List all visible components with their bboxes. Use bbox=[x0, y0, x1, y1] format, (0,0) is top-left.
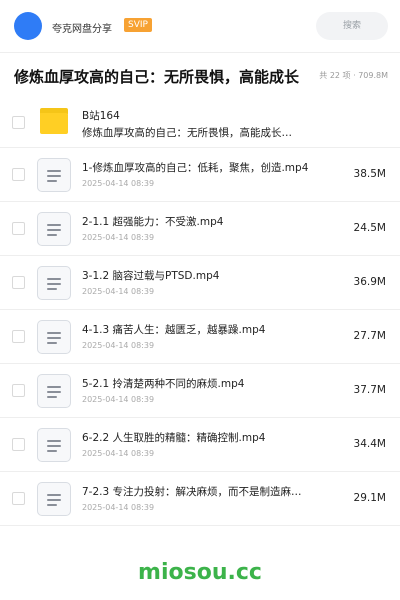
folder-name: B站164 bbox=[82, 110, 120, 122]
share-header: 修炼血厚攻高的自己：无所畏惧，高能成长 共 22 项 · 709.8M bbox=[0, 53, 400, 95]
file-size: 24.5M bbox=[353, 222, 386, 234]
file-date: 2025-04-14 08:39 bbox=[82, 341, 155, 350]
list-item[interactable]: 1-修炼血厚攻高的自己：低耗，聚焦，创造.mp4 2025-04-14 08:3… bbox=[0, 148, 400, 202]
list-item[interactable]: 5-2.1 拎清楚两种不同的麻烦.mp4 2025-04-14 08:39 37… bbox=[0, 364, 400, 418]
select-checkbox[interactable] bbox=[12, 168, 25, 181]
file-name: 3-1.2 脑容过载与PTSD.mp4 bbox=[82, 270, 220, 282]
list-item[interactable]: 6-2.2 人生取胜的精髓：精确控制.mp4 2025-04-14 08:39 … bbox=[0, 418, 400, 472]
search-input[interactable]: 搜索 bbox=[316, 12, 388, 40]
file-name: 1-修炼血厚攻高的自己：低耗，聚焦，创造.mp4 bbox=[82, 162, 309, 174]
file-date: 2025-04-14 08:39 bbox=[82, 449, 155, 458]
list-item[interactable]: 4-1.3 痛苦人生：越匮乏，越暴躁.mp4 2025-04-14 08:39 … bbox=[0, 310, 400, 364]
site-watermark: miosou.cc bbox=[138, 560, 262, 585]
select-checkbox[interactable] bbox=[12, 492, 25, 505]
file-size: 36.9M bbox=[353, 276, 386, 288]
list-item[interactable]: 7-2.3 专注力投射：解决麻烦，而不是制造麻烦.mp4 2025-04-14 … bbox=[0, 472, 400, 526]
select-checkbox[interactable] bbox=[12, 384, 25, 397]
file-size: 38.5M bbox=[353, 168, 386, 180]
document-icon bbox=[37, 212, 71, 246]
file-name: 4-1.3 痛苦人生：越匮乏，越暴躁.mp4 bbox=[82, 324, 266, 336]
page-title: 修炼血厚攻高的自己：无所畏惧，高能成长 bbox=[14, 68, 300, 86]
document-icon bbox=[37, 428, 71, 462]
select-checkbox[interactable] bbox=[12, 116, 25, 129]
document-icon bbox=[37, 482, 71, 516]
svip-badge: SVIP bbox=[124, 18, 152, 32]
top-bar: 夸克网盘分享 SVIP 搜索 bbox=[0, 0, 400, 52]
file-name: 2-1.1 超强能力：不受激.mp4 bbox=[82, 216, 224, 228]
document-icon bbox=[37, 374, 71, 408]
select-checkbox[interactable] bbox=[12, 438, 25, 451]
file-size: 37.7M bbox=[353, 384, 386, 396]
file-date: 2025-04-14 08:39 bbox=[82, 287, 155, 296]
file-date: 2025-04-14 08:39 bbox=[82, 233, 155, 242]
list-item[interactable]: 3-1.2 脑容过载与PTSD.mp4 2025-04-14 08:39 36.… bbox=[0, 256, 400, 310]
file-size: 27.7M bbox=[353, 330, 386, 342]
file-date: 2025-04-14 08:39 bbox=[82, 395, 155, 404]
folder-icon bbox=[40, 108, 68, 134]
file-size: 34.4M bbox=[353, 438, 386, 450]
select-checkbox[interactable] bbox=[12, 222, 25, 235]
document-icon bbox=[37, 158, 71, 192]
file-date: 2025-04-14 08:39 bbox=[82, 179, 155, 188]
file-name: 5-2.1 拎清楚两种不同的麻烦.mp4 bbox=[82, 378, 245, 390]
item-summary: 共 22 项 · 709.8M bbox=[319, 71, 388, 80]
list-item[interactable]: 2-1.1 超强能力：不受激.mp4 2025-04-14 08:39 24.5… bbox=[0, 202, 400, 256]
document-icon bbox=[37, 266, 71, 300]
select-checkbox[interactable] bbox=[12, 330, 25, 343]
document-icon bbox=[37, 320, 71, 354]
brand-name: 夸克网盘分享 bbox=[52, 24, 112, 35]
folder-subtitle: 修炼血厚攻高的自己：无所畏惧，高能成长… bbox=[82, 127, 292, 139]
list-item-folder[interactable]: B站164 修炼血厚攻高的自己：无所畏惧，高能成长… bbox=[0, 96, 400, 148]
file-list: B站164 修炼血厚攻高的自己：无所畏惧，高能成长… 1-修炼血厚攻高的自己：低… bbox=[0, 96, 400, 526]
file-name: 7-2.3 专注力投射：解决麻烦，而不是制造麻烦.mp4 bbox=[82, 486, 312, 498]
file-size: 29.1M bbox=[353, 492, 386, 504]
avatar[interactable] bbox=[14, 12, 42, 40]
select-checkbox[interactable] bbox=[12, 276, 25, 289]
file-date: 2025-04-14 08:39 bbox=[82, 503, 155, 512]
file-name: 6-2.2 人生取胜的精髓：精确控制.mp4 bbox=[82, 432, 266, 444]
